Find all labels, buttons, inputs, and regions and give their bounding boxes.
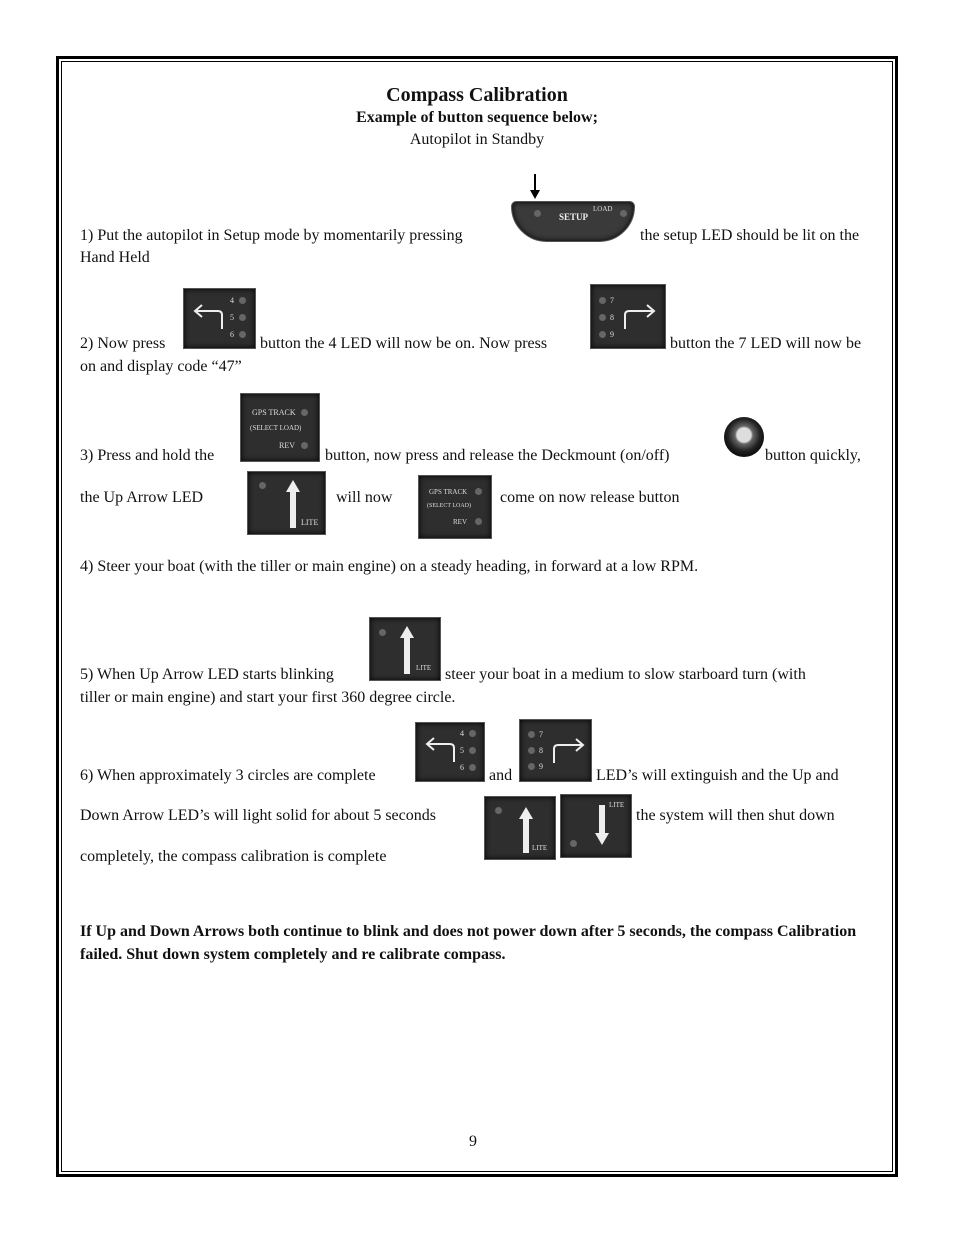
right-turn-button-image: 7 8 9 [519, 719, 592, 782]
setup-label: SETUP [559, 212, 589, 222]
led-label-8: 8 [610, 313, 614, 322]
left-turn-button-image: 4 5 6 [183, 288, 256, 349]
lite-label: LITE [416, 664, 432, 672]
rev-label: REV [453, 518, 467, 526]
lite-label: LITE [609, 801, 625, 809]
led-label-6: 6 [230, 330, 234, 339]
gps-track-button-image: GPS TRACK (SELECT LOAD) REV [240, 393, 320, 462]
up-arrow-button-image: LITE [247, 471, 326, 535]
standby-note: Autopilot in Standby [409, 131, 545, 148]
up-arrow-icon [286, 480, 300, 528]
down-arrow-button-image: LITE [560, 794, 632, 858]
step5-text-a: 5) When Up Arrow LED starts blinking [80, 666, 334, 683]
gps-track-button-image-small: GPS TRACK (SELECT LOAD) REV [418, 475, 492, 539]
setup-button-image: SETUP LOAD [511, 201, 635, 242]
step6-text-e: the system will then shut down [636, 807, 835, 824]
rev-led [475, 518, 482, 525]
led-7 [528, 731, 535, 738]
step6-text-a: 6) When approximately 3 circles are comp… [80, 767, 376, 784]
left-turn-arrow-icon [425, 737, 455, 762]
led-8 [528, 747, 535, 754]
select-load-label: (SELECT LOAD) [427, 503, 472, 509]
led-label-9: 9 [539, 762, 543, 771]
gps-led [475, 488, 482, 495]
led-5 [239, 314, 246, 321]
step3-text-d: the Up Arrow LED [80, 489, 204, 506]
led-6 [239, 331, 246, 338]
led-label-6: 6 [460, 763, 464, 772]
step2-text-a: 2) Now press [80, 335, 166, 352]
right-turn-button-image: 7 8 9 [590, 284, 666, 349]
gps-led [301, 409, 308, 416]
led-label-8: 8 [539, 746, 543, 755]
led-label-7: 7 [539, 730, 543, 739]
step6-text-b: and [489, 767, 513, 784]
page-number: 9 [469, 1133, 477, 1150]
up-arrow-button-image: LITE [484, 796, 556, 860]
gps-track-label: GPS TRACK [429, 488, 468, 496]
step6-text-d: Down Arrow LED’s will light solid for ab… [80, 807, 436, 824]
select-load-label: (SELECT LOAD) [250, 424, 302, 432]
lite-label: LITE [301, 518, 319, 527]
led-9 [599, 331, 606, 338]
page-subtitle: Example of button sequence below; [356, 109, 598, 126]
lite-label: LITE [532, 844, 548, 852]
step3-text-f: come on now release button [500, 489, 680, 506]
led-label-4: 4 [230, 296, 234, 305]
led-8 [599, 314, 606, 321]
step2-text-c: button the 7 LED will now be [670, 335, 862, 352]
right-turn-arrow-icon [624, 304, 656, 329]
deckmount-button-image [724, 417, 764, 457]
load-led [620, 210, 627, 217]
step3-text-a: 3) Press and hold the [80, 447, 215, 464]
rev-led [301, 442, 308, 449]
down-arrow-icon [595, 805, 609, 845]
step6-text-c: LED’s will extinguish and the Up and [596, 767, 839, 784]
led-4 [239, 297, 246, 304]
step2-text-b: button the 4 LED will now be on. Now pre… [260, 335, 548, 352]
led-label-7: 7 [610, 296, 614, 305]
led-9 [528, 763, 535, 770]
setup-led [534, 210, 541, 217]
rev-label: REV [279, 441, 295, 450]
step4-text: 4) Steer your boat (with the tiller or m… [80, 558, 699, 575]
load-label: LOAD [593, 205, 613, 213]
step1-text-a: 1) Put the autopilot in Setup mode by mo… [80, 227, 463, 244]
right-turn-arrow-icon [553, 738, 585, 763]
step3-text-b: button, now press and release the Deckmo… [325, 447, 670, 464]
page-title: Compass Calibration [386, 84, 568, 106]
up-arrow-icon [400, 626, 414, 674]
left-turn-arrow-icon [193, 304, 223, 329]
down-arrow-led [570, 840, 577, 847]
step2-text-d: on and display code “47” [80, 358, 242, 375]
calibration-failure-warning: If Up and Down Arrows both continue to b… [80, 923, 857, 963]
gps-track-label: GPS TRACK [252, 408, 296, 417]
led-label-4: 4 [460, 729, 464, 738]
step5-text-c: tiller or main engine) and start your fi… [80, 689, 456, 706]
left-turn-button-image: 4 5 6 [415, 722, 485, 782]
step3-text-c: button quickly, [765, 447, 861, 464]
step3-text-e: will now [336, 489, 393, 506]
led-6 [469, 764, 476, 771]
step1-text-c: Hand Held [80, 249, 150, 266]
led-5 [469, 747, 476, 754]
up-arrow-led [495, 807, 502, 814]
led-label-9: 9 [610, 330, 614, 339]
down-arrow-pointer-icon [530, 174, 540, 199]
step6-text-f: completely, the compass calibration is c… [80, 848, 387, 865]
led-label-5: 5 [460, 746, 464, 755]
led-4 [469, 730, 476, 737]
up-arrow-icon [519, 807, 533, 853]
step1-text-b: the setup LED should be lit on the [640, 227, 860, 244]
led-label-5: 5 [230, 313, 234, 322]
up-arrow-button-image: LITE [369, 617, 441, 681]
led-7 [599, 297, 606, 304]
up-arrow-led [259, 482, 266, 489]
step5-text-b: steer your boat in a medium to slow star… [445, 666, 806, 683]
up-arrow-led [379, 629, 386, 636]
